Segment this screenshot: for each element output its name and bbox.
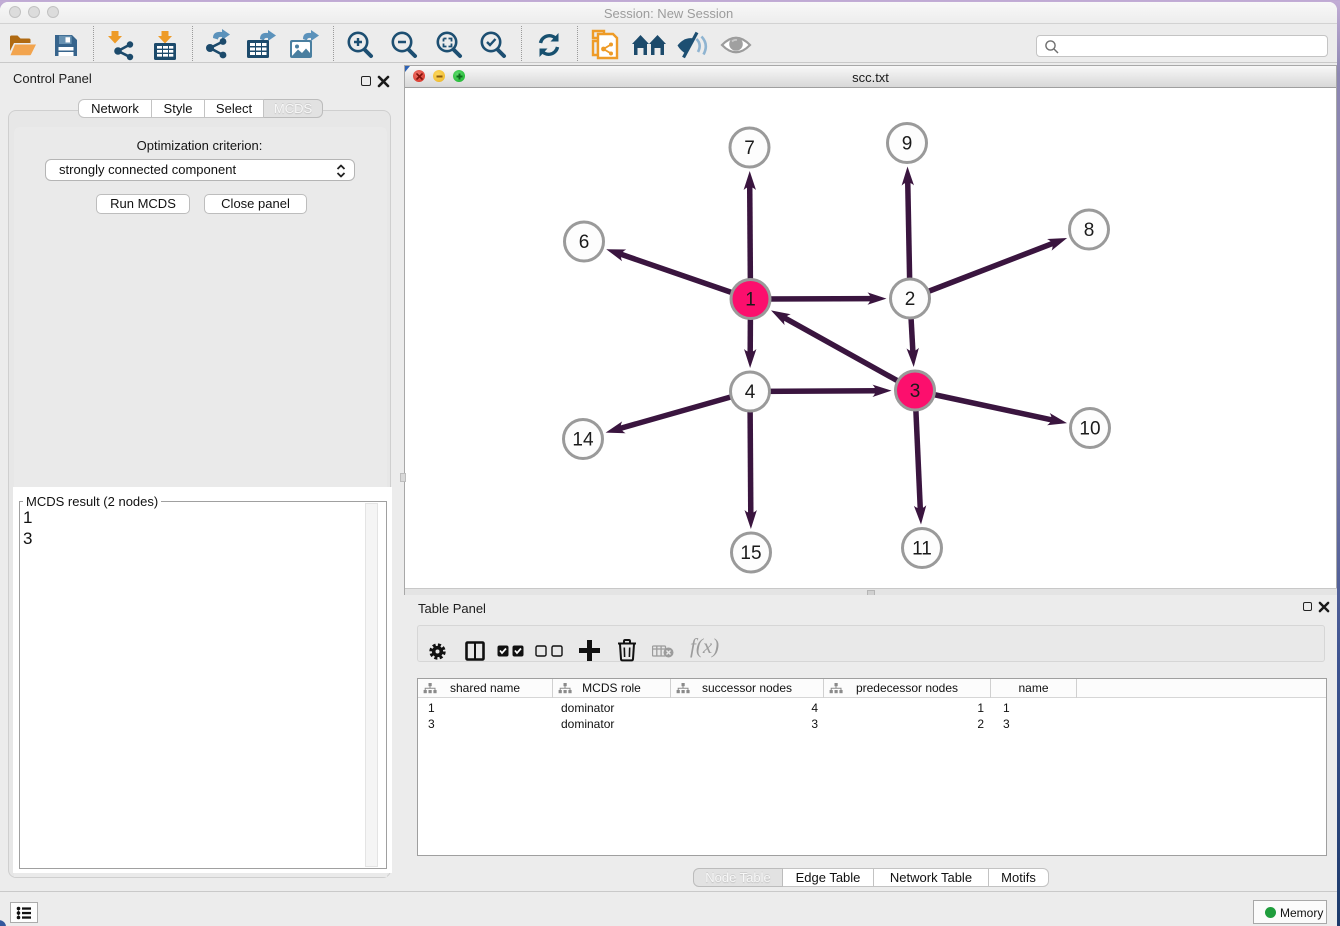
- svg-text:8: 8: [1084, 220, 1095, 241]
- svg-text:7: 7: [744, 138, 755, 159]
- svg-text:10: 10: [1079, 419, 1100, 440]
- svg-text:2: 2: [905, 289, 916, 310]
- svg-text:11: 11: [912, 539, 932, 560]
- svg-text:4: 4: [745, 382, 756, 403]
- svg-text:3: 3: [910, 381, 921, 402]
- svg-text:9: 9: [902, 134, 913, 155]
- svg-text:1: 1: [745, 290, 756, 311]
- svg-text:6: 6: [579, 232, 590, 253]
- svg-text:15: 15: [740, 543, 761, 564]
- svg-text:14: 14: [572, 430, 594, 451]
